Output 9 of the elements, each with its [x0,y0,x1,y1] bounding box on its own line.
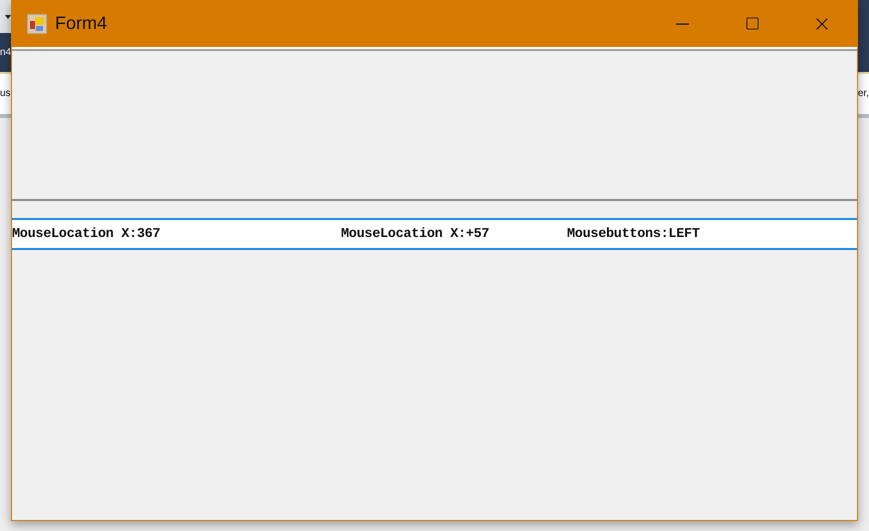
caret-icon[interactable] [5,14,11,18]
tab-label: n4 [0,48,11,58]
text-field[interactable]: MouseLocation X:367 MouseLocation X:+57 Mousebuttons:LEFT [12,218,857,250]
code-text: us [0,89,11,99]
minimize-icon [676,22,688,24]
code-text: er, [858,89,869,99]
app-icon [27,14,47,34]
maximize-icon [744,16,760,31]
window-title: Form4 [55,13,108,34]
